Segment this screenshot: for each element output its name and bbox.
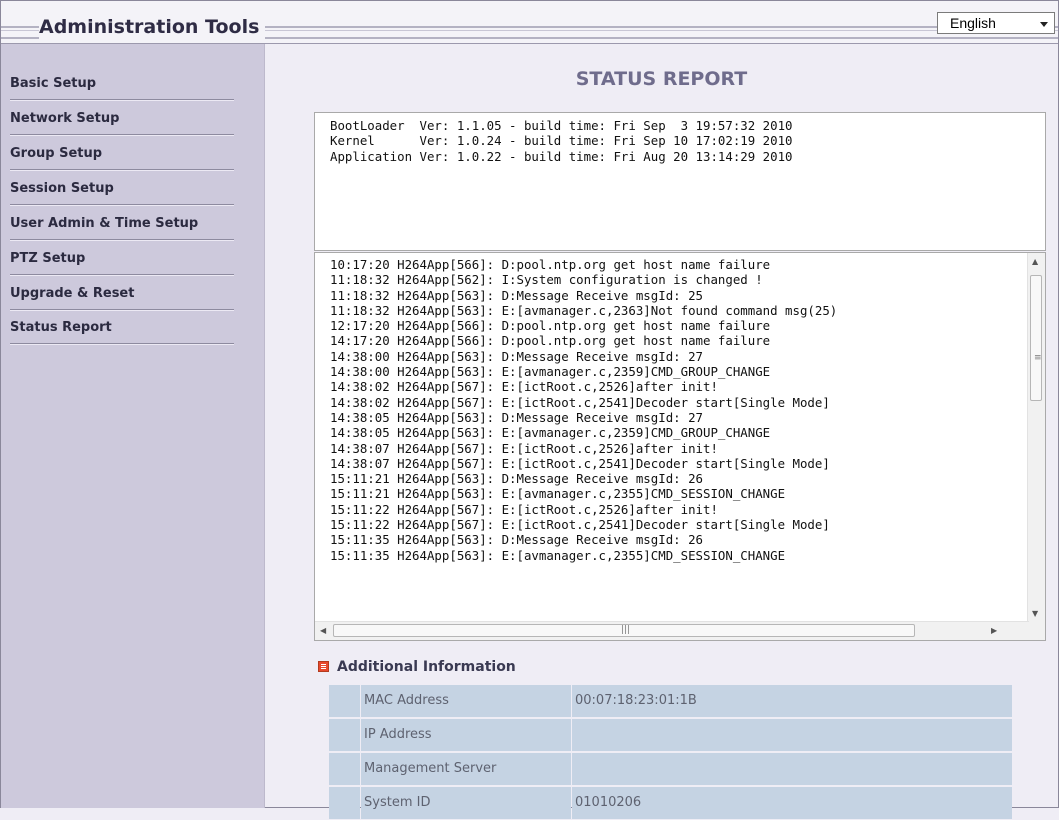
version-line: Application Ver: 1.0.22 - build time: Fr… [330,148,793,164]
sidebar-item-label: Status Report [10,320,112,335]
sidebar: Basic Setup Network Setup Group Setup Se… [1,44,265,808]
log-line: 15:11:22 H264App[567]: E:[ictRoot.c,2526… [330,501,718,517]
info-label: MAC Address [361,685,571,717]
header-bar: Administration Tools English [1,1,1058,44]
log-lines: 10:17:20 H264App[566]: D:pool.ntp.org ge… [330,257,837,563]
additional-info-table: MAC Address 00:07:18:23:01:1B IP Address… [329,684,1012,820]
sidebar-item-user-admin-time-setup[interactable]: User Admin & Time Setup [10,205,234,240]
info-value [572,719,1012,751]
log-line: 14:38:00 H264App[563]: E:[avmanager.c,23… [330,364,771,380]
main-content: STATUS REPORT BootLoader Ver: 1.1.05 - b… [265,44,1058,819]
info-row-gutter [329,753,360,785]
log-line: 15:11:22 H264App[567]: E:[ictRoot.c,2541… [330,517,830,533]
info-row-gutter [329,787,360,819]
horizontal-scrollbar[interactable]: ◀ ||| ▶ [315,621,1029,640]
additional-info-heading: Additional Information [319,659,516,675]
log-line: 15:11:35 H264App[563]: D:Message Receive… [330,532,703,548]
info-label-text: MAC Address [364,693,449,708]
info-label: System ID [361,787,571,819]
log-line: 12:17:20 H264App[566]: D:pool.ntp.org ge… [330,318,771,334]
sidebar-item-basic-setup[interactable]: Basic Setup [10,65,234,100]
horizontal-scroll-thumb[interactable]: ||| [333,624,915,637]
info-label-text: Management Server [364,761,497,776]
sidebar-item-label: Group Setup [10,146,103,161]
log-line: 14:38:02 H264App[567]: E:[ictRoot.c,2541… [330,394,830,410]
log-line: 15:11:21 H264App[563]: E:[avmanager.c,23… [330,486,786,502]
additional-info-heading-text: Additional Information [337,659,516,675]
grip-icon: ||| [621,625,631,635]
info-label: IP Address [361,719,571,751]
info-label-text: IP Address [364,727,432,742]
log-line: 14:38:05 H264App[563]: D:Message Receive… [330,409,703,425]
log-line: 11:18:32 H264App[563]: D:Message Receive… [330,287,703,303]
chevron-down-icon [1040,22,1048,27]
log-line: 14:38:05 H264App[563]: E:[avmanager.c,23… [330,425,771,441]
log-line: 11:18:32 H264App[563]: E:[avmanager.c,23… [330,302,838,318]
log-line: 14:38:07 H264App[567]: E:[ictRoot.c,2541… [330,455,830,471]
log-line: 11:18:32 H264App[562]: I:System configur… [330,272,763,288]
log-line: 15:11:35 H264App[563]: E:[avmanager.c,23… [330,547,786,563]
version-line: BootLoader Ver: 1.1.05 - build time: Fri… [330,118,793,133]
scroll-up-icon[interactable]: ▲ [1032,258,1038,266]
sidebar-item-status-report[interactable]: Status Report [10,309,234,344]
version-line: Kernel Ver: 1.0.24 - build time: Fri Sep… [330,133,793,149]
vertical-scrollbar[interactable]: ▲ ≡ ▼ [1027,253,1045,623]
system-log-box[interactable]: 10:17:20 H264App[566]: D:pool.ntp.org ge… [314,252,1046,641]
sidebar-item-group-setup[interactable]: Group Setup [10,135,234,170]
sidebar-item-label: Session Setup [10,181,114,196]
info-row-ip-address: IP Address [329,718,1012,752]
info-value [572,753,1012,785]
log-line: 15:11:21 H264App[563]: D:Message Receive… [330,471,703,487]
sidebar-item-label: Basic Setup [10,76,97,91]
log-line: 10:17:20 H264App[566]: D:pool.ntp.org ge… [330,257,771,272]
language-select[interactable]: English [937,12,1055,34]
sidebar-item-upgrade-reset[interactable]: Upgrade & Reset [10,275,234,310]
sidebar-item-ptz-setup[interactable]: PTZ Setup [10,240,234,275]
log-line: 14:38:02 H264App[567]: E:[ictRoot.c,2526… [330,379,718,395]
info-row-management-server: Management Server [329,752,1012,786]
info-value-text: 00:07:18:23:01:1B [575,693,697,708]
sidebar-item-label: User Admin & Time Setup [10,216,199,231]
info-row-mac-address: MAC Address 00:07:18:23:01:1B [329,684,1012,718]
sidebar-item-label: PTZ Setup [10,251,86,266]
sidebar-item-network-setup[interactable]: Network Setup [10,100,234,135]
scroll-left-icon[interactable]: ◀ [320,627,326,635]
sidebar-item-session-setup[interactable]: Session Setup [10,170,234,205]
sidebar-item-label: Network Setup [10,111,120,126]
log-line: 14:38:00 H264App[563]: D:Message Receive… [330,348,703,364]
log-line: 14:38:07 H264App[567]: E:[ictRoot.c,2526… [330,440,718,456]
info-row-gutter [329,685,360,717]
log-line: 14:17:20 H264App[566]: D:pool.ntp.org ge… [330,333,771,349]
info-value: 01010206 [572,787,1012,819]
info-value: 00:07:18:23:01:1B [572,685,1012,717]
scrollbar-corner [1028,622,1045,640]
info-label: Management Server [361,753,571,785]
scroll-down-icon[interactable]: ▼ [1032,610,1038,618]
app-title: Administration Tools [39,15,266,39]
vertical-scroll-thumb[interactable]: ≡ [1030,275,1042,401]
admin-window: Administration Tools English Basic Setup… [0,0,1059,819]
scroll-right-icon[interactable]: ▶ [991,627,997,635]
grip-icon: ≡ [1034,353,1042,363]
info-row-gutter [329,719,360,751]
version-info-box[interactable]: BootLoader Ver: 1.1.05 - build time: Fri… [314,112,1046,251]
page-title: STATUS REPORT [575,68,748,90]
sidebar-item-label: Upgrade & Reset [10,286,135,301]
info-row-system-id: System ID 01010206 [329,786,1012,820]
language-select-value: English [950,15,996,31]
